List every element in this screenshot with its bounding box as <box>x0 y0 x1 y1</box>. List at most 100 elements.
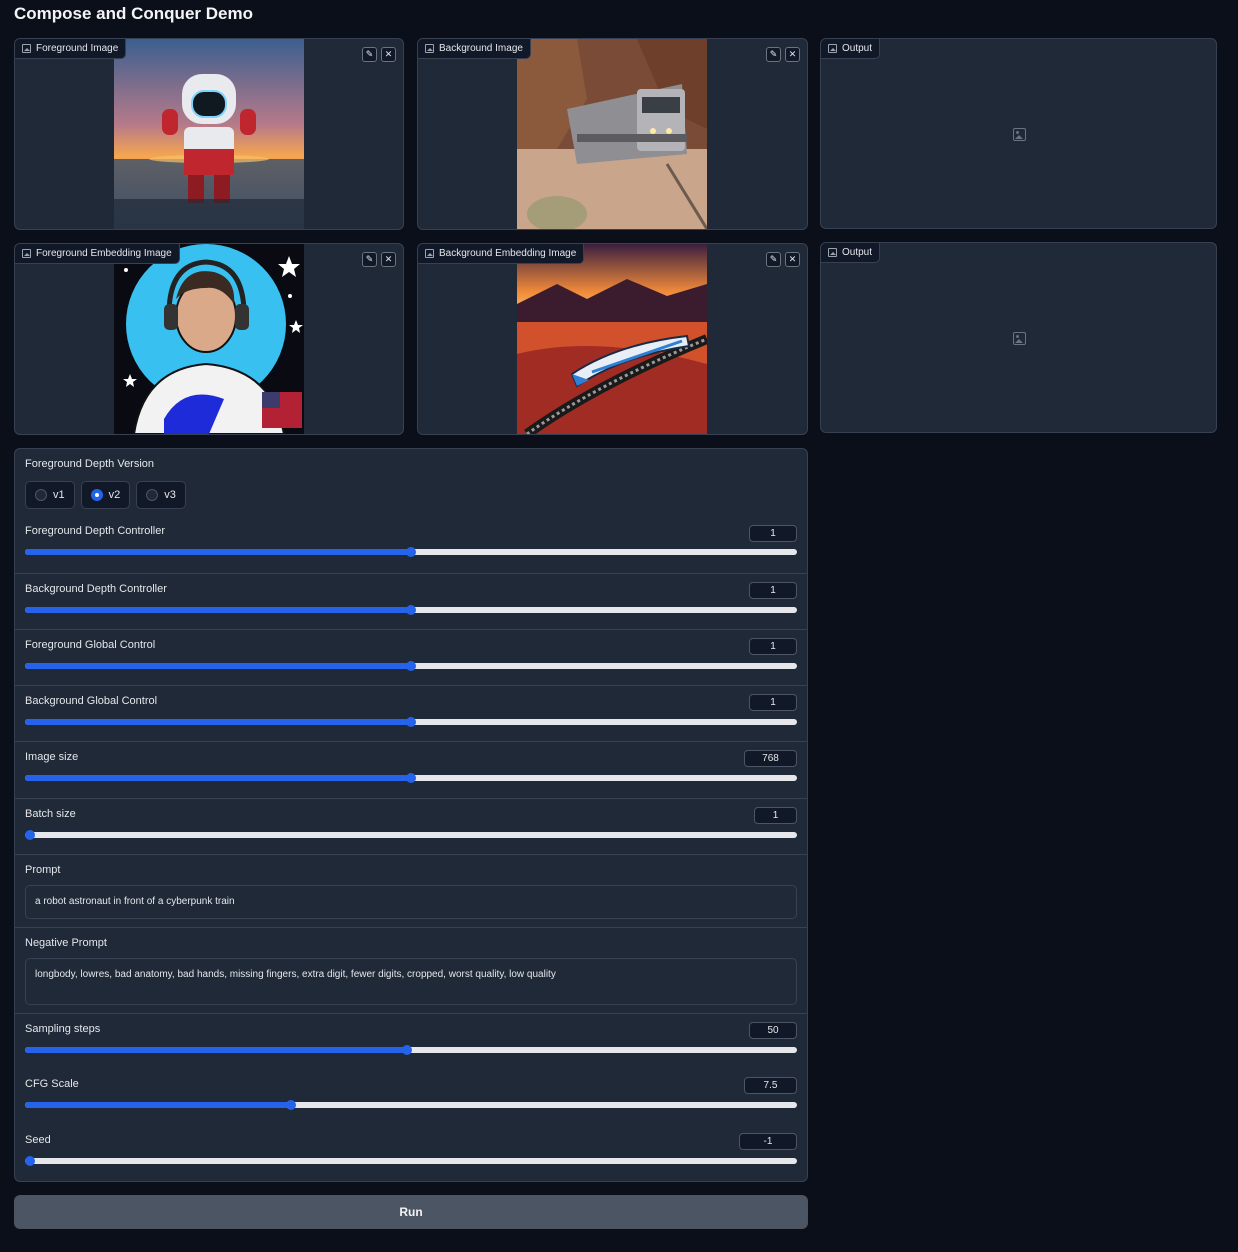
seed-label: Seed <box>25 1134 51 1146</box>
output-panel-2: Output <box>820 242 1217 433</box>
output-label: Output <box>821 243 881 263</box>
edit-button[interactable]: ✎ <box>362 252 377 267</box>
background-embedding-label: Background Embedding Image <box>418 244 585 264</box>
clear-button[interactable]: ✕ <box>785 252 800 267</box>
fg-global-row: Foreground Global Control 1 <box>15 629 807 685</box>
foreground-robot-image <box>114 39 304 229</box>
depth-version-row: Foreground Depth Version v1 v2 v3 <box>15 449 807 516</box>
image-icon <box>828 248 837 257</box>
foreground-image-label: Foreground Image <box>15 39 127 59</box>
background-desert-train-image <box>517 244 707 434</box>
controls-panel: Foreground Depth Version v1 v2 v3 Foregr… <box>14 448 808 1182</box>
slider-thumb[interactable] <box>406 773 416 783</box>
slider-thumb[interactable] <box>406 661 416 671</box>
prompt-label: Prompt <box>25 864 61 876</box>
radio-v1[interactable]: v1 <box>25 481 75 509</box>
fg-global-slider[interactable] <box>25 661 797 671</box>
slider-track-fill <box>25 1102 292 1108</box>
prompt-input[interactable]: a robot astronaut in front of a cyberpun… <box>25 885 797 919</box>
seed-row: Seed -1 <box>15 1125 807 1181</box>
foreground-astronaut-image <box>114 244 304 434</box>
slider-track-fill <box>25 775 411 781</box>
sampling-steps-slider[interactable] <box>25 1045 797 1055</box>
batch-size-label: Batch size <box>25 808 76 820</box>
slider-thumb[interactable] <box>406 717 416 727</box>
page-title: Compose and Conquer Demo <box>14 4 253 23</box>
cfg-scale-number-input[interactable]: 7.5 <box>744 1077 797 1094</box>
slider-track-fill <box>25 1047 408 1053</box>
sampling-steps-row: Sampling steps 50 <box>15 1013 807 1069</box>
slider-thumb[interactable] <box>25 830 35 840</box>
bg-depth-slider[interactable] <box>25 605 797 615</box>
image-placeholder-icon <box>1012 127 1026 141</box>
background-image-label: Background Image <box>418 39 531 59</box>
radio-v3[interactable]: v3 <box>136 481 186 509</box>
slider-track-fill <box>25 719 411 725</box>
prompt-row: Prompt a robot astronaut in front of a c… <box>15 854 807 927</box>
batch-size-slider[interactable] <box>25 830 797 840</box>
foreground-image-panel[interactable]: Foreground Image ✎ ✕ <box>14 38 404 230</box>
image-size-number-input[interactable]: 768 <box>744 750 797 767</box>
seed-slider[interactable] <box>25 1156 797 1166</box>
edit-button[interactable]: ✎ <box>362 47 377 62</box>
slider-thumb[interactable] <box>406 605 416 615</box>
depth-version-radio-group: v1 v2 v3 <box>25 481 186 509</box>
negative-prompt-input[interactable]: longbody, lowres, bad anatomy, bad hands… <box>25 958 797 1005</box>
depth-version-label: Foreground Depth Version <box>25 458 155 470</box>
seed-number-input[interactable]: -1 <box>739 1133 797 1150</box>
radio-circle-icon <box>35 489 47 501</box>
cfg-scale-slider[interactable] <box>25 1100 797 1110</box>
bg-depth-number-input[interactable]: 1 <box>749 582 797 599</box>
slider-thumb[interactable] <box>286 1100 297 1110</box>
fg-depth-row: Foreground Depth Controller 1 <box>15 516 807 573</box>
background-train-image <box>517 39 707 229</box>
negative-prompt-label: Negative Prompt <box>25 937 107 949</box>
slider-track-fill <box>25 607 411 613</box>
slider-thumb[interactable] <box>402 1045 413 1055</box>
edit-button[interactable]: ✎ <box>766 47 781 62</box>
foreground-embedding-panel[interactable]: Foreground Embedding Image ✎ ✕ <box>14 243 404 435</box>
slider-track-fill <box>25 549 411 555</box>
image-size-slider[interactable] <box>25 773 797 783</box>
slider-thumb[interactable] <box>406 547 416 557</box>
foreground-embedding-label: Foreground Embedding Image <box>15 244 180 264</box>
image-icon <box>828 44 837 53</box>
output-panel-1: Output <box>820 38 1217 229</box>
image-icon <box>425 44 434 53</box>
clear-button[interactable]: ✕ <box>381 252 396 267</box>
fg-global-label: Foreground Global Control <box>25 639 156 651</box>
cfg-scale-label: CFG Scale <box>25 1078 79 1090</box>
fg-global-number-input[interactable]: 1 <box>749 638 797 655</box>
background-image-panel[interactable]: Background Image ✎ ✕ <box>417 38 808 230</box>
image-icon <box>22 44 31 53</box>
image-placeholder-icon <box>1012 331 1026 345</box>
batch-size-row: Batch size 1 <box>15 798 807 854</box>
fg-depth-number-input[interactable]: 1 <box>749 525 797 542</box>
fg-depth-slider[interactable] <box>25 547 797 557</box>
bg-global-number-input[interactable]: 1 <box>749 694 797 711</box>
edit-button[interactable]: ✎ <box>766 252 781 267</box>
radio-v2[interactable]: v2 <box>80 481 131 509</box>
output-label: Output <box>821 39 881 59</box>
bg-global-row: Background Global Control 1 <box>15 685 807 741</box>
radio-circle-icon <box>146 489 159 501</box>
sampling-steps-label: Sampling steps <box>25 1023 101 1035</box>
slider-thumb[interactable] <box>25 1156 35 1166</box>
batch-size-number-input[interactable]: 1 <box>754 807 797 824</box>
image-icon <box>22 249 31 258</box>
clear-button[interactable]: ✕ <box>785 47 800 62</box>
bg-depth-row: Background Depth Controller 1 <box>15 573 807 629</box>
image-size-row: Image size 768 <box>15 741 807 798</box>
background-embedding-panel[interactable]: Background Embedding Image ✎ ✕ <box>417 243 808 435</box>
bg-depth-label: Background Depth Controller <box>25 583 167 595</box>
sampling-steps-number-input[interactable]: 50 <box>749 1022 797 1039</box>
run-button[interactable]: Run <box>14 1195 808 1229</box>
bg-global-label: Background Global Control <box>25 695 158 707</box>
bg-global-slider[interactable] <box>25 717 797 727</box>
fg-depth-label: Foreground Depth Controller <box>25 525 166 537</box>
slider-track-fill <box>25 663 411 669</box>
cfg-scale-row: CFG Scale 7.5 <box>15 1069 807 1125</box>
negative-prompt-row: Negative Prompt longbody, lowres, bad an… <box>15 927 807 1013</box>
image-icon <box>425 249 434 258</box>
clear-button[interactable]: ✕ <box>381 47 396 62</box>
